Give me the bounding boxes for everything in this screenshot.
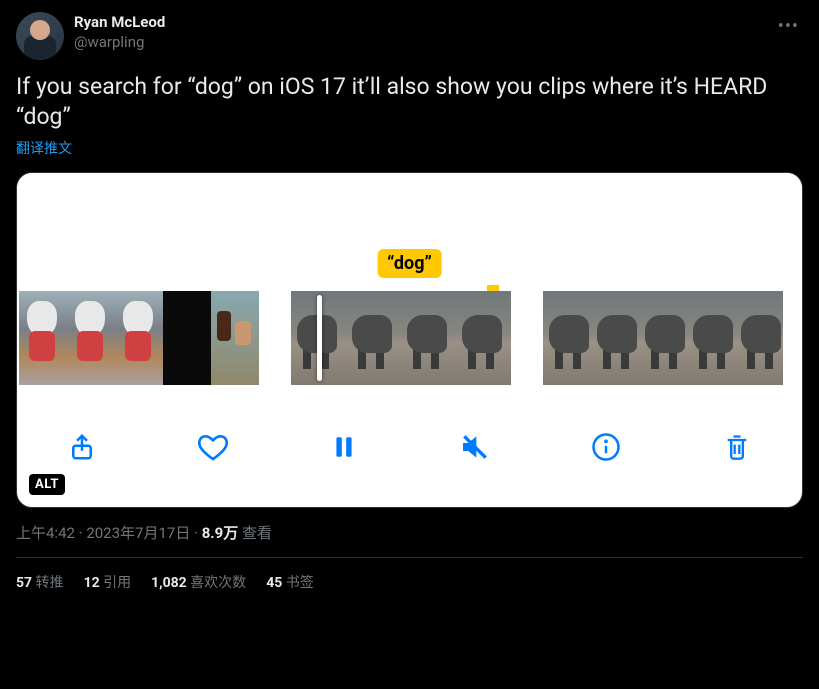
tweet-container: Ryan McLeod @warpling ••• If you search …: [0, 0, 819, 604]
translate-link[interactable]: 翻译推文: [16, 138, 72, 158]
media-preview-top: “dog”: [17, 173, 802, 291]
tweet-time[interactable]: 上午4:42: [16, 524, 75, 542]
tweet-date[interactable]: 2023年7月17日: [86, 524, 190, 542]
retweets-stat[interactable]: 57 转推: [16, 572, 64, 592]
video-clip[interactable]: [291, 291, 511, 385]
user-handle: @warpling: [74, 32, 764, 52]
share-icon[interactable]: [65, 430, 99, 464]
user-info[interactable]: Ryan McLeod @warpling: [74, 12, 764, 52]
views-count: 8.9万: [202, 524, 239, 542]
info-icon[interactable]: [589, 430, 623, 464]
more-icon[interactable]: •••: [774, 12, 803, 41]
tweet-stats: 57 转推 12 引用 1,082 喜欢次数 45 书签: [16, 558, 803, 592]
video-timeline[interactable]: [17, 291, 802, 385]
views-label: 查看: [238, 524, 272, 542]
search-term-badge: “dog”: [377, 249, 442, 278]
alt-badge[interactable]: ALT: [29, 474, 65, 495]
trash-icon[interactable]: [720, 430, 754, 464]
bookmarks-stat[interactable]: 45 书签: [266, 572, 314, 592]
playhead[interactable]: [317, 295, 322, 381]
pause-icon[interactable]: [327, 430, 361, 464]
tweet-meta: 上午4:42 · 2023年7月17日 · 8.9万 查看: [16, 522, 803, 558]
display-name: Ryan McLeod: [74, 12, 764, 32]
quotes-stat[interactable]: 12 引用: [84, 572, 132, 592]
heart-icon[interactable]: [196, 430, 230, 464]
tweet-header: Ryan McLeod @warpling •••: [16, 12, 803, 60]
tweet-text: If you search for “dog” on iOS 17 it’ll …: [16, 72, 803, 132]
video-clip[interactable]: [543, 291, 783, 385]
likes-stat[interactable]: 1,082 喜欢次数: [151, 572, 246, 592]
media-toolbar: [17, 385, 802, 508]
media-card[interactable]: “dog”: [16, 172, 803, 508]
avatar[interactable]: [16, 12, 64, 60]
mute-icon[interactable]: [458, 430, 492, 464]
video-clip[interactable]: [19, 291, 259, 385]
